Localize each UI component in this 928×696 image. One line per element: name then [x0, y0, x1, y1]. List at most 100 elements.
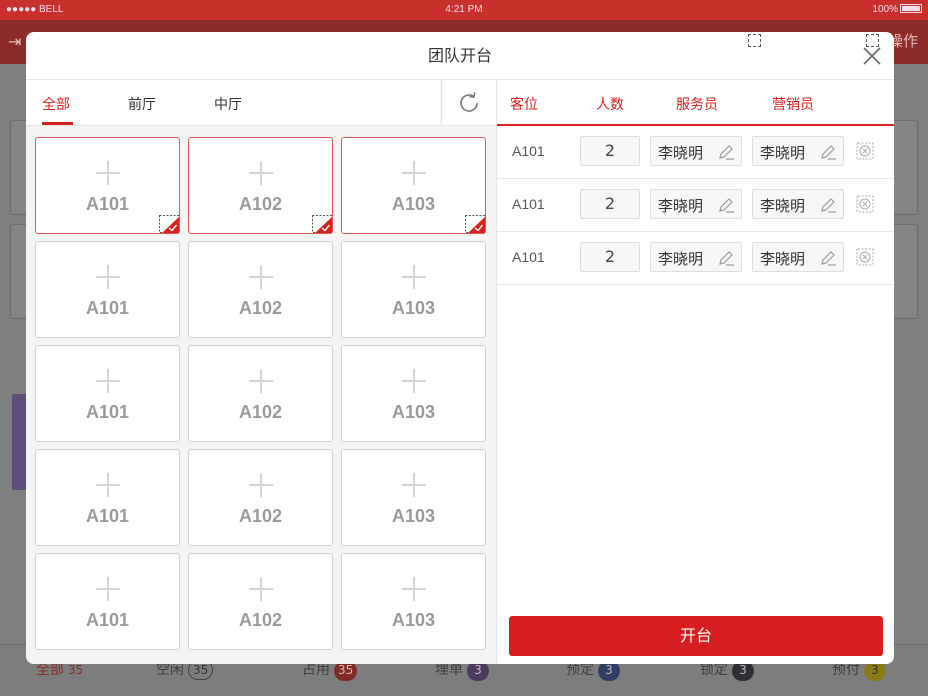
- remove-icon: [856, 142, 874, 160]
- area-tabs: 全部 前厅 中厅: [26, 80, 440, 126]
- remove-row-button[interactable]: [855, 194, 875, 214]
- plus-icon: [342, 264, 485, 289]
- table-tile[interactable]: A101: [35, 345, 180, 442]
- edit-icon: [719, 251, 734, 266]
- footer-count-badge: 35: [68, 663, 84, 677]
- waiter-name: 李晓明: [658, 250, 704, 268]
- guest-count-input[interactable]: 2: [580, 136, 640, 166]
- edit-icon: [719, 198, 734, 213]
- table-tile[interactable]: A102: [188, 241, 333, 338]
- plus-icon: [189, 160, 332, 185]
- column-header-guests: 人数: [596, 97, 624, 113]
- footer-count-badge: 3: [467, 661, 489, 681]
- waiter-select[interactable]: 李晓明: [650, 136, 742, 166]
- table-name: A102: [238, 402, 283, 422]
- open-table-button[interactable]: 开台: [509, 616, 883, 656]
- selection-row: A101 2 李晓明 李晓明: [497, 126, 894, 179]
- plus-icon: [36, 160, 179, 185]
- plus-icon: [189, 576, 332, 601]
- selected-check-icon: [312, 215, 332, 233]
- refresh-button[interactable]: [441, 80, 496, 126]
- edit-icon: [821, 251, 836, 266]
- exit-icon: ⇥: [8, 32, 22, 51]
- remove-icon: [856, 248, 874, 266]
- waiter-name: 李晓明: [658, 197, 704, 215]
- waiter-select[interactable]: 李晓明: [650, 242, 742, 272]
- remove-row-button[interactable]: [855, 141, 875, 161]
- remove-icon: [856, 195, 874, 213]
- table-tile[interactable]: A103: [341, 449, 486, 546]
- footer-label: 占用: [302, 662, 330, 678]
- selected-check-icon: [159, 215, 179, 233]
- plus-icon: [189, 264, 332, 289]
- battery-icon: [900, 4, 922, 13]
- marketer-select[interactable]: 李晓明: [752, 242, 844, 272]
- marketer-name: 李晓明: [760, 250, 806, 268]
- plus-icon: [36, 368, 179, 393]
- marketer-select[interactable]: 李晓明: [752, 189, 844, 219]
- plus-icon: [36, 576, 179, 601]
- selection-row: A101 2 李晓明 李晓明: [497, 232, 894, 285]
- table-tile[interactable]: A103: [341, 137, 486, 234]
- team-open-dialog: 团队开台 全部 前厅 中厅 A101 A102 A103 A101 A102 A103 A1…: [26, 32, 894, 664]
- footer-label: 预定: [566, 662, 594, 678]
- table-tile[interactable]: A101: [35, 241, 180, 338]
- table-name: A103: [391, 298, 436, 318]
- table-tile[interactable]: A101: [35, 449, 180, 546]
- column-header-seat: 客位: [510, 97, 538, 113]
- row-seat: A101: [512, 196, 545, 212]
- guest-count-input[interactable]: 2: [580, 242, 640, 272]
- table-tile[interactable]: A103: [341, 553, 486, 650]
- table-name: A103: [391, 506, 436, 526]
- table-name: A103: [391, 610, 436, 630]
- selection-header: 客位 人数 服务员 营销员: [497, 80, 894, 126]
- footer-label: 锁定: [700, 662, 728, 678]
- table-tile[interactable]: A102: [188, 553, 333, 650]
- active-tab-indicator: [42, 122, 73, 125]
- column-header-marketer: 营销员: [772, 97, 814, 113]
- footer-label: 预付: [832, 662, 860, 678]
- table-name: A103: [391, 194, 436, 214]
- tab-all[interactable]: 全部: [42, 94, 70, 114]
- footer-label: 埋单: [435, 662, 463, 678]
- plus-icon: [189, 472, 332, 497]
- table-name: A102: [238, 610, 283, 630]
- table-name: A101: [85, 506, 130, 526]
- table-tile[interactable]: A103: [341, 241, 486, 338]
- table-tile[interactable]: A101: [35, 553, 180, 650]
- column-header-waiter: 服务员: [676, 97, 718, 113]
- tab-middle-hall[interactable]: 中厅: [214, 94, 242, 114]
- footer-count-badge: 3: [732, 661, 754, 681]
- plus-icon: [36, 472, 179, 497]
- tab-front-hall[interactable]: 前厅: [128, 94, 156, 114]
- plus-icon: [189, 368, 332, 393]
- table-picker-panel: 全部 前厅 中厅 A101 A102 A103 A101 A102 A103 A101 A10…: [26, 80, 496, 664]
- battery-indicator: 100%: [872, 4, 922, 15]
- table-name: A103: [391, 402, 436, 422]
- remove-row-button[interactable]: [855, 247, 875, 267]
- marketer-name: 李晓明: [760, 144, 806, 162]
- dialog-title: 团队开台: [26, 32, 894, 80]
- plus-icon: [36, 264, 179, 289]
- selected-tables-panel: 客位 人数 服务员 营销员 A101 2 李晓明 李晓明 A101 2 李晓明 李晓明 A101…: [496, 80, 894, 664]
- table-tile[interactable]: A102: [188, 345, 333, 442]
- close-button[interactable]: [858, 42, 886, 70]
- table-name: A101: [85, 194, 130, 214]
- clock: 4:21 PM: [445, 4, 483, 15]
- marketer-select[interactable]: 李晓明: [752, 136, 844, 166]
- plus-icon: [342, 472, 485, 497]
- selection-row: A101 2 李晓明 李晓明: [497, 179, 894, 232]
- guest-count-input[interactable]: 2: [580, 189, 640, 219]
- table-name: A101: [85, 610, 130, 630]
- table-name: A102: [238, 506, 283, 526]
- table-tile[interactable]: A103: [341, 345, 486, 442]
- table-name: A102: [238, 194, 283, 214]
- edit-icon: [821, 145, 836, 160]
- plus-icon: [342, 576, 485, 601]
- close-icon: [863, 47, 881, 65]
- table-tile[interactable]: A102: [188, 449, 333, 546]
- plus-icon: [342, 368, 485, 393]
- table-tile[interactable]: A101: [35, 137, 180, 234]
- table-tile[interactable]: A102: [188, 137, 333, 234]
- waiter-select[interactable]: 李晓明: [650, 189, 742, 219]
